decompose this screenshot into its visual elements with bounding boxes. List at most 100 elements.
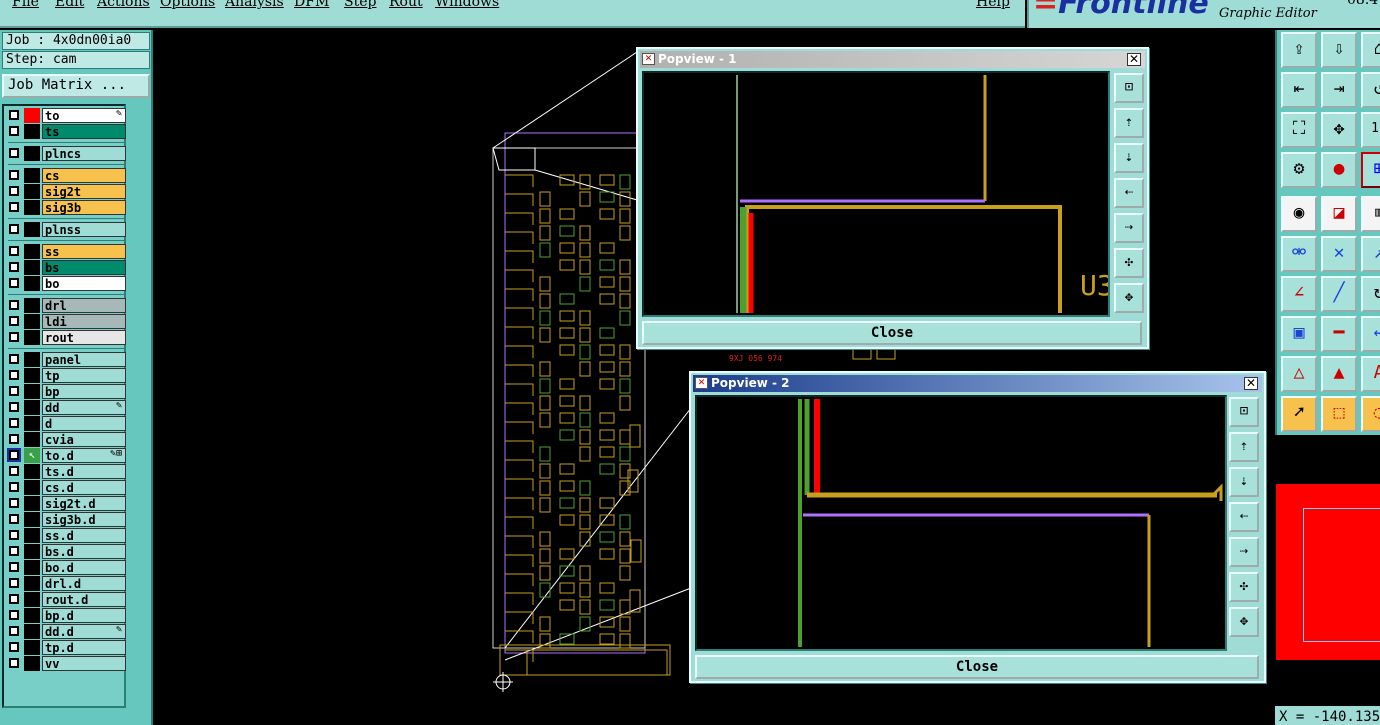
layer-checkbox[interactable]	[9, 498, 19, 508]
layer-row-vv[interactable]: vv	[6, 656, 126, 671]
layer-name[interactable]: ldi	[42, 314, 126, 329]
zoom-1-to-1-icon[interactable]: 1:	[1361, 112, 1380, 148]
menu-actions[interactable]: Actions	[97, 0, 150, 10]
layer-name[interactable]: ss.d	[42, 528, 126, 543]
layer-name[interactable]: bp.d	[42, 608, 126, 623]
layer-name[interactable]: plnss	[42, 222, 126, 237]
layer-checkbox[interactable]	[9, 246, 19, 256]
layer-checkbox[interactable]	[9, 466, 19, 476]
layer-marker[interactable]	[24, 624, 40, 639]
layer-name[interactable]: drl	[42, 298, 126, 313]
layer-row-cs[interactable]: cs	[6, 168, 126, 183]
popview-2-close-button[interactable]: Close	[695, 655, 1259, 679]
layer-row-ts.d[interactable]: ts.d	[6, 464, 126, 479]
layer-marker[interactable]	[24, 276, 40, 291]
layer-name[interactable]: cvia	[42, 432, 126, 447]
layer-checkbox[interactable]	[9, 224, 19, 234]
layer-marker[interactable]	[24, 576, 40, 591]
menu-step[interactable]: Step	[344, 0, 376, 10]
layer-row-to[interactable]: to ✎	[6, 108, 126, 123]
layer-name[interactable]: cs	[42, 168, 126, 183]
overview-map[interactable]	[1275, 438, 1380, 706]
layer-marker[interactable]	[24, 608, 40, 623]
layer-name[interactable]: plncs	[42, 146, 126, 161]
layer-checkbox[interactable]	[9, 202, 19, 212]
layer-name[interactable]: sig3b.d	[42, 512, 126, 527]
pan-left-icon[interactable]: ⇠	[1229, 502, 1259, 532]
layer-checkbox[interactable]	[9, 562, 19, 572]
layer-name[interactable]: rout.d	[42, 592, 126, 607]
layer-row-drl.d[interactable]: drl.d	[6, 576, 126, 591]
layer-marker[interactable]	[24, 260, 40, 275]
layer-name[interactable]: sig2t	[42, 184, 126, 199]
layer-row-sig3b.d[interactable]: sig3b.d	[6, 512, 126, 527]
layer-checkbox[interactable]	[9, 642, 19, 652]
layer-marker[interactable]	[24, 146, 40, 161]
select-circle-icon[interactable]: ◌	[1361, 396, 1380, 432]
layer-marker[interactable]: ↖	[24, 448, 40, 463]
layer-row-dd[interactable]: dd ✎	[6, 400, 126, 415]
layer-marker[interactable]	[24, 480, 40, 495]
layer-checkbox[interactable]	[7, 448, 21, 462]
close-icon[interactable]: ✕	[1244, 377, 1258, 390]
layer-marker[interactable]	[24, 400, 40, 415]
menu-analysis[interactable]: Analysis	[225, 0, 284, 10]
layer-name[interactable]: ss	[42, 244, 126, 259]
connect-icon[interactable]: ⚮	[1281, 236, 1317, 272]
layer-row-ldi[interactable]: ldi	[6, 314, 126, 329]
menu-dfm[interactable]: DFM	[294, 0, 329, 10]
layer-checkbox[interactable]	[9, 126, 19, 136]
line-icon[interactable]: ╱	[1321, 276, 1357, 312]
measure-icon[interactable]: ◪	[1321, 196, 1357, 232]
layer-row-sig2t.d[interactable]: sig2t.d	[6, 496, 126, 511]
layer-row-cvia[interactable]: cvia	[6, 432, 126, 447]
layer-checkbox[interactable]	[9, 278, 19, 288]
pan-left-icon[interactable]: ⇠	[1114, 178, 1144, 208]
layer-name[interactable]: dd	[42, 400, 126, 415]
home-icon[interactable]: ⌂	[1361, 32, 1380, 68]
layer-checkbox[interactable]	[9, 148, 19, 158]
layer-name[interactable]: to	[42, 108, 126, 123]
layer-marker[interactable]	[24, 184, 40, 199]
arc-icon[interactable]: ↻	[1361, 276, 1380, 312]
move-left-icon[interactable]: ⇤	[1281, 72, 1317, 108]
menu-help[interactable]: Help	[976, 0, 1010, 10]
layer-row-tp.d[interactable]: tp.d	[6, 640, 126, 655]
layer-row-sig3b[interactable]: sig3b	[6, 200, 126, 215]
layer-name[interactable]: ts.d	[42, 464, 126, 479]
layer-name[interactable]: bs.d	[42, 544, 126, 559]
layer-name[interactable]: bs	[42, 260, 126, 275]
layer-name[interactable]: tp	[42, 368, 126, 383]
layer-checkbox[interactable]	[9, 482, 19, 492]
select-box-icon[interactable]: ⬚	[1321, 396, 1357, 432]
layer-row-drl[interactable]: drl	[6, 298, 126, 313]
layer-marker[interactable]	[24, 560, 40, 575]
triangle-icon[interactable]: △	[1281, 356, 1317, 392]
snap-icon[interactable]: ◉	[1281, 196, 1317, 232]
menu-edit[interactable]: Edit	[55, 0, 84, 10]
layer-name[interactable]: rout	[42, 330, 126, 345]
settings-icon[interactable]: ⚙	[1281, 152, 1317, 188]
pan-right-icon[interactable]: ⇢	[1114, 213, 1144, 243]
layer-row-ss.d[interactable]: ss.d	[6, 528, 126, 543]
layer-row-bp[interactable]: bp	[6, 384, 126, 399]
layer-checkbox[interactable]	[9, 316, 19, 326]
popview-2-titlebar[interactable]: ✕ Popview - 2 ✕	[693, 375, 1262, 392]
layer-marker[interactable]	[24, 496, 40, 511]
layer-checkbox[interactable]	[9, 170, 19, 180]
layer-checkbox[interactable]	[9, 332, 19, 342]
layer-marker[interactable]	[24, 298, 40, 313]
layer-checkbox[interactable]	[9, 186, 19, 196]
layer-name[interactable]: dd.d	[42, 624, 126, 639]
layer-row-tp[interactable]: tp	[6, 368, 126, 383]
fit-profile-icon[interactable]: ✥	[1321, 112, 1357, 148]
menu-rout[interactable]: Rout	[389, 0, 423, 10]
layer-checkbox[interactable]	[9, 434, 19, 444]
route-icon[interactable]: ↗	[1361, 236, 1380, 272]
fit-all-icon[interactable]: ⛶	[1281, 112, 1317, 148]
move-right-icon[interactable]: ⇥	[1321, 72, 1357, 108]
layer-row-rout[interactable]: rout	[6, 330, 126, 345]
layer-row-bo[interactable]: bo	[6, 276, 126, 291]
layer-marker[interactable]	[24, 368, 40, 383]
layer-checkbox[interactable]	[9, 110, 19, 120]
